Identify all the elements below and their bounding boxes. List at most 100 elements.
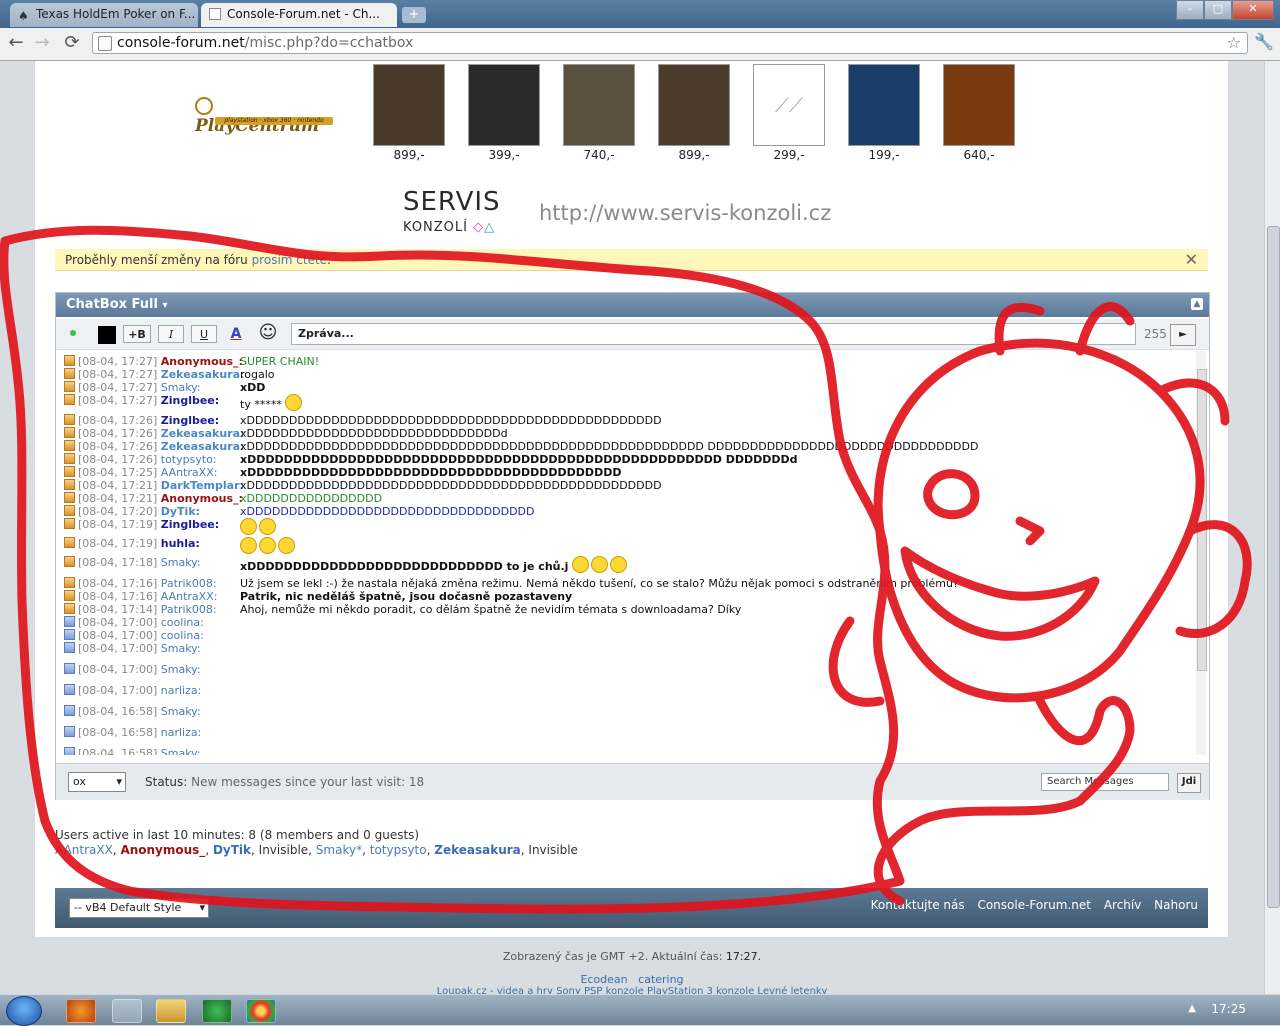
font-color-icon[interactable]: A bbox=[226, 325, 246, 343]
new-tab-button[interactable]: + bbox=[402, 7, 426, 23]
messages-scrollbar[interactable] bbox=[1196, 351, 1207, 755]
message-icon[interactable] bbox=[64, 603, 75, 614]
message-user[interactable]: Zinglbee: bbox=[161, 414, 219, 427]
partner-links-2[interactable]: Loupak.cz - videa a hry Sony PSP konzole… bbox=[0, 986, 1264, 994]
active-user[interactable]: totypsyto bbox=[370, 843, 427, 857]
tab-texas-holdem[interactable]: ♠ Texas HoldEm Poker on F... bbox=[10, 3, 198, 27]
active-user[interactable]: AAntraXX bbox=[55, 843, 113, 857]
message-user[interactable]: Smaky: bbox=[161, 642, 201, 655]
app-icon[interactable] bbox=[112, 999, 142, 1023]
address-bar[interactable]: console-forum.net/misc.php?do=cchatbox ☆ bbox=[92, 32, 1248, 54]
message-user[interactable]: AAntraXX: bbox=[161, 466, 218, 479]
game-cover[interactable] bbox=[468, 64, 540, 146]
message-icon[interactable] bbox=[64, 577, 75, 588]
game-cover[interactable] bbox=[658, 64, 730, 146]
message-icon[interactable] bbox=[64, 642, 75, 653]
message-input[interactable]: Zpráva... bbox=[291, 323, 1136, 345]
active-user[interactable]: Zekeasakura bbox=[434, 843, 521, 857]
game-cover[interactable] bbox=[373, 64, 445, 146]
wrench-icon[interactable]: 🔧 bbox=[1254, 32, 1274, 51]
message-user[interactable]: narliza: bbox=[161, 726, 202, 739]
game-cover[interactable] bbox=[943, 64, 1015, 146]
message-icon[interactable] bbox=[64, 394, 75, 405]
collapse-icon[interactable]: ▲ bbox=[1191, 298, 1203, 310]
message-user[interactable]: coolina: bbox=[161, 616, 204, 629]
taskbar-clock[interactable]: 17:25 bbox=[1211, 1002, 1246, 1016]
message-icon[interactable] bbox=[64, 629, 75, 640]
message-icon[interactable] bbox=[64, 705, 75, 716]
game-offer-5[interactable]: ⟋⟋ 299,- bbox=[753, 64, 825, 162]
minimize-button[interactable]: – bbox=[1176, 0, 1204, 20]
active-user[interactable]: DyTik bbox=[213, 843, 251, 857]
smiley-icon[interactable]: ☺ bbox=[256, 324, 280, 343]
message-user[interactable]: Zinglbee: bbox=[161, 394, 219, 407]
start-button[interactable] bbox=[6, 996, 42, 1026]
chatbox-select[interactable]: ox ▾ bbox=[68, 772, 126, 792]
message-icon[interactable] bbox=[64, 518, 75, 529]
message-icon[interactable] bbox=[64, 616, 75, 627]
bold-button[interactable]: +B bbox=[123, 325, 151, 343]
message-icon[interactable] bbox=[64, 492, 75, 503]
chatbox-title[interactable]: ChatBox Full bbox=[66, 297, 158, 312]
firefox-icon[interactable] bbox=[66, 999, 96, 1023]
message-user[interactable]: Smaky: bbox=[161, 705, 201, 718]
active-user[interactable]: Anonymous_ bbox=[120, 843, 205, 857]
message-user[interactable]: Zekeasakura: bbox=[161, 368, 245, 381]
chevron-down-icon[interactable]: ▾ bbox=[162, 300, 167, 311]
message-icon[interactable] bbox=[64, 726, 75, 737]
close-icon[interactable]: ✕ bbox=[1185, 249, 1198, 271]
scroll-thumb[interactable] bbox=[1197, 369, 1207, 671]
message-icon[interactable] bbox=[64, 663, 75, 674]
message-icon[interactable] bbox=[64, 537, 75, 548]
close-window-button[interactable]: ✕ bbox=[1232, 0, 1274, 20]
message-user[interactable]: Anonymous_: bbox=[161, 355, 243, 368]
message-icon[interactable] bbox=[64, 556, 75, 567]
message-user[interactable]: totypsyto: bbox=[161, 453, 217, 466]
page-scroll-thumb[interactable] bbox=[1267, 226, 1280, 908]
color-picker[interactable] bbox=[98, 326, 116, 344]
footer-link-top[interactable]: Nahoru bbox=[1154, 898, 1198, 912]
page-scrollbar[interactable] bbox=[1264, 61, 1280, 994]
forward-arrow-icon[interactable]: → bbox=[32, 33, 52, 53]
link-ecodean[interactable]: Ecodean bbox=[580, 973, 627, 986]
back-arrow-icon[interactable]: ← bbox=[6, 33, 26, 53]
message-icon[interactable] bbox=[64, 453, 75, 464]
message-icon[interactable] bbox=[64, 505, 75, 516]
message-user[interactable]: Smaky: bbox=[161, 663, 201, 676]
message-user[interactable]: Zinglbee: bbox=[161, 518, 219, 531]
game-offer-4[interactable]: 899,- bbox=[658, 64, 730, 162]
message-user[interactable]: Zekeasakura: bbox=[161, 440, 245, 453]
servis-konzoli-banner[interactable]: SERVIS KONZOLÍ ◇△ http://www.servis-konz… bbox=[403, 179, 865, 245]
style-select[interactable]: -- vB4 Default Style ▾ bbox=[69, 898, 209, 918]
maximize-button[interactable]: □ bbox=[1204, 0, 1232, 20]
message-icon[interactable] bbox=[64, 440, 75, 451]
game-cover[interactable] bbox=[848, 64, 920, 146]
bookmark-star-icon[interactable]: ☆ bbox=[1227, 33, 1241, 53]
message-icon[interactable] bbox=[64, 466, 75, 477]
message-icon[interactable] bbox=[64, 414, 75, 425]
game-offer-3[interactable]: 740,- bbox=[563, 64, 635, 162]
message-user[interactable]: Anonymous_: bbox=[161, 492, 243, 505]
tab-console-forum[interactable]: Console-Forum.net - Ch... bbox=[201, 3, 397, 27]
message-user[interactable]: Smaky: bbox=[161, 747, 201, 755]
footer-link-archive[interactable]: Archív bbox=[1104, 898, 1142, 912]
message-user[interactable]: coolina: bbox=[161, 629, 204, 642]
underline-button[interactable]: U bbox=[191, 325, 217, 343]
message-user[interactable]: Patrik008: bbox=[161, 603, 217, 616]
message-user[interactable]: Patrik008: bbox=[161, 577, 217, 590]
message-user[interactable]: huhla: bbox=[161, 537, 200, 550]
notice-link[interactable]: prosím čtěte bbox=[252, 253, 328, 267]
message-user[interactable]: Zekeasakura: bbox=[161, 427, 245, 440]
message-user[interactable]: DarkTemplar: bbox=[161, 479, 244, 492]
message-user[interactable]: Smaky: bbox=[161, 556, 201, 569]
italic-button[interactable]: I bbox=[158, 325, 184, 343]
message-icon[interactable] bbox=[64, 368, 75, 379]
chrome-icon[interactable] bbox=[246, 999, 276, 1023]
footer-link-contact[interactable]: Kontaktujte nás bbox=[871, 898, 965, 912]
search-input[interactable]: Search Messages bbox=[1041, 773, 1169, 791]
footer-link-home[interactable]: Console-Forum.net bbox=[977, 898, 1091, 912]
message-icon[interactable] bbox=[64, 427, 75, 438]
folder-icon[interactable] bbox=[156, 999, 186, 1023]
message-icon[interactable] bbox=[64, 684, 75, 695]
search-go-button[interactable]: Jdi bbox=[1177, 773, 1201, 793]
